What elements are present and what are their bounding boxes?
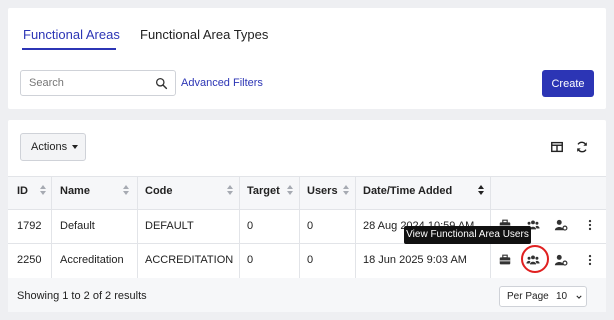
search-icon[interactable] (155, 77, 168, 90)
column-divider (239, 176, 240, 278)
column-header-users[interactable]: Users (307, 185, 338, 197)
advanced-filters-link[interactable]: Advanced Filters (181, 77, 263, 89)
tab-functional-areas[interactable]: Functional Areas (23, 27, 120, 42)
column-divider (51, 176, 52, 278)
per-page-label: Per Page (507, 291, 549, 302)
columns-icon[interactable] (550, 140, 564, 154)
cell-users: 0 (307, 254, 314, 266)
chevron-down-icon (576, 295, 582, 299)
briefcase-icon[interactable] (498, 253, 512, 267)
sort-icon[interactable] (343, 185, 350, 196)
create-button[interactable]: Create (542, 70, 594, 97)
user-settings-icon[interactable] (554, 218, 568, 232)
highlight-circle (521, 245, 549, 273)
cell-target: 0 (247, 254, 254, 266)
cell-date-added: 18 Jun 2025 9:03 AM (363, 254, 467, 266)
search-input[interactable] (29, 75, 147, 91)
column-header-target[interactable]: Target (247, 185, 280, 197)
column-divider (355, 176, 356, 278)
per-page-value: 10 (556, 291, 568, 302)
sort-desc-icon[interactable] (478, 185, 485, 196)
column-divider (299, 176, 300, 278)
cell-target: 0 (247, 220, 254, 232)
actions-dropdown-button[interactable]: Actions (20, 133, 86, 161)
tab-functional-area-types[interactable]: Functional Area Types (140, 27, 268, 42)
active-tab-indicator (22, 48, 116, 50)
functional-areas-table-panel: Actions ID Name Code Target Users Date/T… (8, 120, 606, 312)
cell-code: ACCREDITATION (145, 254, 234, 266)
cell-name: Accreditation (60, 254, 124, 266)
cell-id: 1792 (17, 220, 42, 232)
refresh-icon[interactable] (575, 140, 589, 154)
column-divider (137, 176, 138, 278)
more-vertical-icon[interactable] (583, 218, 597, 232)
user-settings-icon[interactable] (554, 253, 568, 267)
more-vertical-icon[interactable] (583, 253, 597, 267)
cell-code: DEFAULT (145, 220, 194, 232)
column-header-code[interactable]: Code (145, 185, 173, 197)
divider (8, 209, 606, 210)
column-header-date-added[interactable]: Date/Time Added (363, 185, 452, 197)
cell-name: Default (60, 220, 95, 232)
sort-icon[interactable] (287, 185, 294, 196)
tooltip: View Functional Area Users (404, 226, 531, 244)
sort-icon[interactable] (40, 185, 47, 196)
cell-id: 2250 (17, 254, 42, 266)
caret-down-icon (72, 145, 79, 150)
results-summary: Showing 1 to 2 of 2 results (17, 290, 147, 302)
cell-users: 0 (307, 220, 314, 232)
per-page-select[interactable]: Per Page 10 (499, 286, 587, 307)
sort-icon[interactable] (227, 185, 234, 196)
sort-icon[interactable] (123, 185, 130, 196)
divider (8, 176, 606, 177)
actions-label: Actions (31, 141, 68, 153)
column-header-name[interactable]: Name (60, 185, 90, 197)
column-header-id[interactable]: ID (17, 185, 28, 197)
tabs-and-search-panel: Functional Areas Functional Area Types A… (8, 8, 606, 109)
search-field[interactable] (20, 70, 176, 96)
